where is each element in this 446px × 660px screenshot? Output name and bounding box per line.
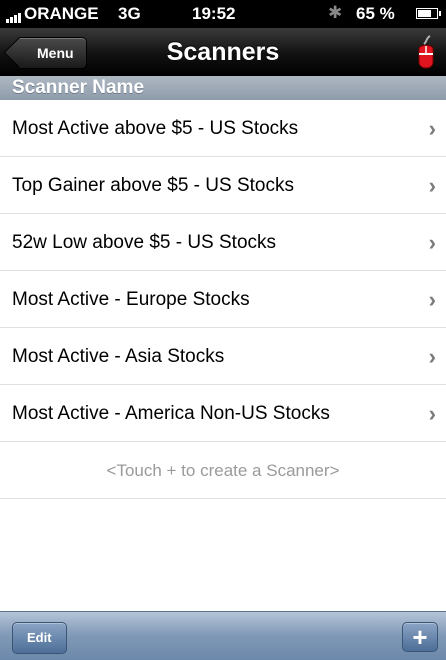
signal-icon bbox=[6, 13, 21, 23]
network-type: 3G bbox=[118, 4, 141, 23]
section-header: Scanner Name bbox=[0, 76, 446, 100]
clock: 19:52 bbox=[192, 4, 236, 23]
scanner-name: Top Gainer above $5 - US Stocks bbox=[12, 175, 294, 196]
page-title: Scanners bbox=[166, 38, 280, 66]
scanner-row[interactable]: Top Gainer above $5 - US Stocks › bbox=[0, 157, 446, 214]
scanner-name: Most Active - America Non-US Stocks bbox=[12, 403, 330, 424]
chevron-right-icon: › bbox=[428, 230, 436, 255]
scanner-row[interactable]: Most Active above $5 - US Stocks › bbox=[0, 100, 446, 157]
scanner-name: Most Active above $5 - US Stocks bbox=[12, 118, 299, 139]
chevron-right-icon: › bbox=[428, 116, 436, 141]
scanner-list: Most Active above $5 - US Stocks › Top G… bbox=[0, 100, 446, 499]
chevron-right-icon: › bbox=[428, 287, 436, 312]
add-scanner-button[interactable]: + bbox=[402, 622, 438, 652]
bluetooth-icon: ✱ bbox=[328, 3, 343, 22]
scanner-row[interactable]: Most Active - America Non-US Stocks › bbox=[0, 385, 446, 442]
bottom-toolbar: Edit + bbox=[0, 611, 446, 660]
scanner-row[interactable]: Most Active - Europe Stocks › bbox=[0, 271, 446, 328]
mouse-icon[interactable] bbox=[412, 32, 440, 72]
create-scanner-hint: <Touch + to create a Scanner> bbox=[0, 442, 446, 499]
scanner-name: Most Active - Asia Stocks bbox=[12, 346, 225, 367]
status-bar: ORANGE 3G 19:52 ✱ 65 % bbox=[0, 0, 446, 28]
navigation-bar: Menu Scanners bbox=[0, 28, 446, 76]
chevron-right-icon: › bbox=[428, 344, 436, 369]
carrier-name: ORANGE bbox=[24, 4, 99, 23]
battery-percentage: 65 % bbox=[356, 4, 395, 23]
chevron-right-icon: › bbox=[428, 401, 436, 426]
scanner-row[interactable]: 52w Low above $5 - US Stocks › bbox=[0, 214, 446, 271]
edit-button[interactable]: Edit bbox=[12, 622, 67, 654]
battery-icon bbox=[416, 8, 441, 19]
scanner-row[interactable]: Most Active - Asia Stocks › bbox=[0, 328, 446, 385]
scanner-name: Most Active - Europe Stocks bbox=[12, 289, 250, 310]
scanner-name: 52w Low above $5 - US Stocks bbox=[12, 232, 277, 253]
chevron-right-icon: › bbox=[428, 173, 436, 198]
